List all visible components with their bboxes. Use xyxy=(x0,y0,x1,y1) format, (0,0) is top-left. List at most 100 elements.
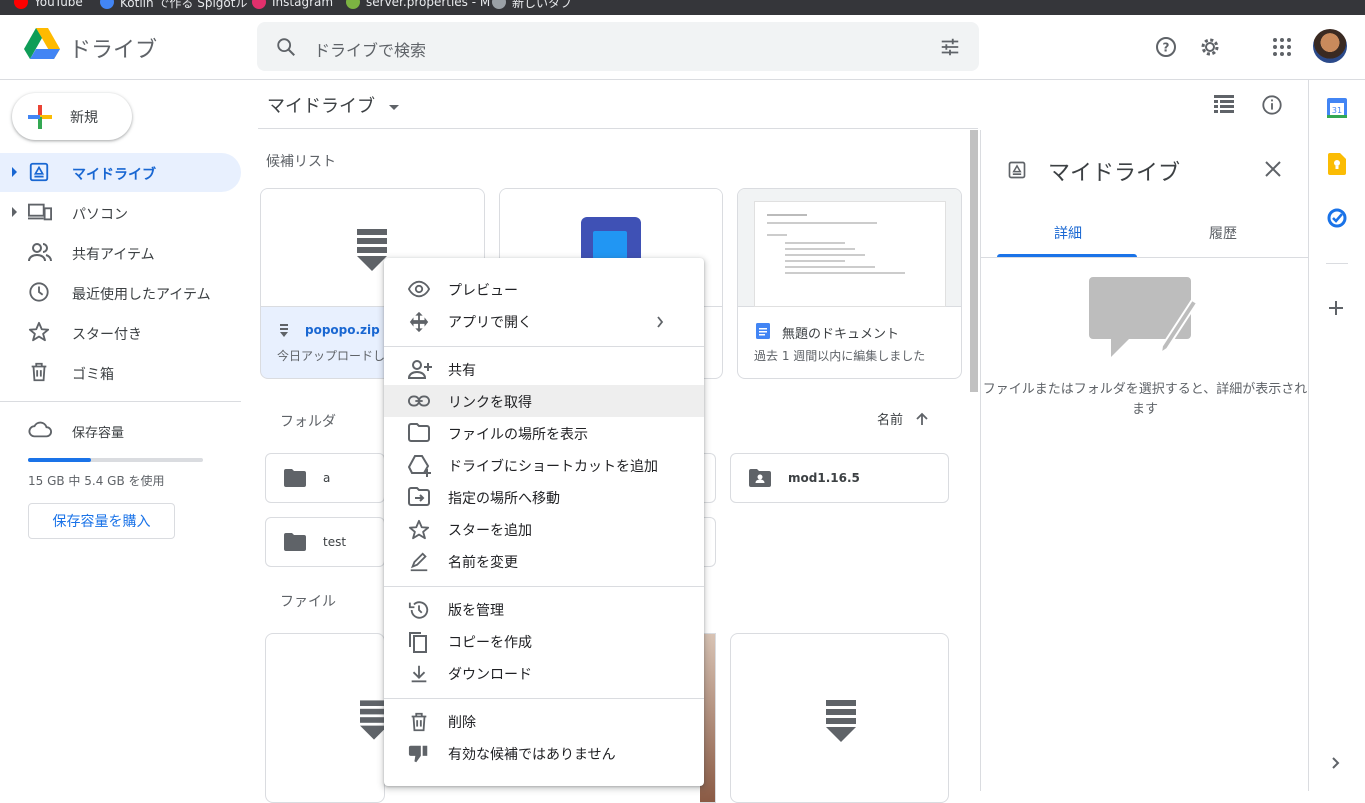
keep-icon[interactable] xyxy=(1328,153,1346,175)
menu-item-rename[interactable]: 名前を変更 xyxy=(384,545,704,577)
menu-item-manage-versions[interactable]: 版を管理 xyxy=(384,593,704,625)
menu-item-add-shortcut[interactable]: ドライブにショートカットを追加 xyxy=(384,449,704,481)
file-thumbnail xyxy=(738,189,961,307)
folder-item[interactable]: a xyxy=(265,453,385,503)
arrow-up-icon xyxy=(916,412,928,425)
tab-history[interactable]: 履歴 xyxy=(1209,223,1237,243)
drive-logo-icon[interactable] xyxy=(24,28,60,60)
add-addon-plus-icon[interactable] xyxy=(1328,300,1344,316)
suggested-card[interactable]: 無題のドキュメント 過去 1 週間以内に編集しました xyxy=(737,188,962,379)
menu-item-open-with[interactable]: アプリで開く xyxy=(384,305,704,337)
sidebar-item-starred[interactable]: スター付き xyxy=(0,313,241,352)
sidebar-item-shared[interactable]: 共有アイテム xyxy=(0,233,241,272)
search-input[interactable]: ドライブで検索 xyxy=(314,37,426,61)
zip-file-icon xyxy=(360,700,384,740)
drive-shortcut-icon xyxy=(408,455,432,477)
sort-label: 名前 xyxy=(877,413,904,428)
main-scrollbar[interactable] xyxy=(970,130,978,392)
menu-item-move-to[interactable]: 指定の場所へ移動 xyxy=(384,481,704,513)
menu-item-make-copy[interactable]: コピーを作成 xyxy=(384,625,704,657)
main-divider xyxy=(258,128,978,129)
menu-item-delete[interactable]: 削除 xyxy=(384,705,704,737)
expand-caret-icon[interactable] xyxy=(12,207,17,217)
menu-item-show-location[interactable]: ファイルの場所を表示 xyxy=(384,417,704,449)
calendar-icon[interactable]: 31 xyxy=(1327,98,1347,118)
help-icon[interactable]: ? xyxy=(1146,27,1186,67)
tab-details[interactable]: 詳細 xyxy=(1054,223,1082,243)
apps-grid-icon[interactable] xyxy=(1262,27,1302,67)
menu-item-label: 名前を変更 xyxy=(448,555,518,571)
info-icon[interactable] xyxy=(1261,94,1283,116)
bookmark-new-tab[interactable]: 新しいタブ xyxy=(492,0,572,10)
chevron-down-icon[interactable] xyxy=(388,104,399,110)
search-icon[interactable] xyxy=(275,36,297,58)
menu-item-add-star[interactable]: スターを追加 xyxy=(384,513,704,545)
sidebar-divider xyxy=(0,401,241,402)
sort-button[interactable]: 名前 xyxy=(877,409,929,428)
sidebar-item-trash[interactable]: ゴミ箱 xyxy=(0,353,241,392)
menu-item-label: 削除 xyxy=(448,715,476,731)
settings-gear-icon[interactable] xyxy=(1190,27,1230,67)
folders-label: フォルダ xyxy=(280,414,336,430)
bookmark-instagram[interactable]: Instagram xyxy=(252,0,333,10)
menu-item-label: 有効な候補ではありません xyxy=(448,747,616,763)
bookmark-server-properties[interactable]: server.properties - M xyxy=(346,0,490,10)
details-pane: マイドライブ 詳細 履歴 ファイルまたはフォルダを選択すると、詳細が表示されます xyxy=(980,130,1309,791)
context-menu: プレビュー アプリで開く 共有 リンクを取得 ファイルの場所を表示 ドライブにシ… xyxy=(384,258,704,786)
folder-item[interactable]: mod1.16.5 xyxy=(730,453,949,503)
storage-bar-fill xyxy=(28,458,91,462)
file-name: popopo.zip xyxy=(305,323,380,337)
buy-storage-button[interactable]: 保存容量を購入 xyxy=(28,503,175,539)
sidebar-item-my-drive[interactable]: マイドライブ xyxy=(0,153,241,192)
sidebar-item-label: スター付き xyxy=(72,327,142,343)
trash-icon xyxy=(408,711,430,733)
expand-caret-icon[interactable] xyxy=(12,167,17,177)
details-title: マイドライブ xyxy=(1048,161,1181,186)
storage-label[interactable]: 保存容量 xyxy=(72,422,124,441)
sidebar-item-label: 共有アイテム xyxy=(72,247,155,263)
file-card[interactable] xyxy=(265,633,385,803)
sidebar-item-label: パソコン xyxy=(72,207,128,223)
menu-item-not-helpful[interactable]: 有効な候補ではありません xyxy=(384,737,704,769)
bookmark-youtube[interactable]: YouTube xyxy=(14,0,83,10)
cloud-icon xyxy=(28,419,52,439)
menu-item-preview[interactable]: プレビュー xyxy=(384,273,704,305)
svg-text:31: 31 xyxy=(1332,106,1342,115)
menu-item-get-link[interactable]: リンクを取得 xyxy=(384,385,704,417)
menu-item-download[interactable]: ダウンロード xyxy=(384,657,704,689)
chevron-right-icon[interactable] xyxy=(1331,756,1341,770)
file-card[interactable] xyxy=(730,633,949,803)
bookmark-kotlin[interactable]: Kotlin で作る Spigotル xyxy=(100,0,247,10)
search-options-icon[interactable] xyxy=(939,36,961,58)
folder-item-partial[interactable] xyxy=(703,517,716,567)
file-name: 無題のドキュメント xyxy=(782,327,900,342)
sidebar-item-recent[interactable]: 最近使用したアイテム xyxy=(0,273,241,312)
zip-small-icon xyxy=(279,324,289,338)
folder-icon xyxy=(284,469,306,487)
rail-divider xyxy=(1326,263,1348,264)
page-title[interactable]: マイドライブ xyxy=(267,92,399,118)
app-name: ドライブ xyxy=(69,38,158,63)
close-icon[interactable] xyxy=(1264,160,1282,178)
folder-item[interactable]: test xyxy=(265,517,385,567)
menu-item-share[interactable]: 共有 xyxy=(384,353,704,385)
google-docs-icon xyxy=(756,323,770,339)
new-button-label: 新規 xyxy=(70,110,98,126)
new-button[interactable]: 新規 xyxy=(12,93,132,140)
move-to-icon xyxy=(408,487,430,507)
drive-icon xyxy=(28,161,50,183)
history-icon xyxy=(408,599,430,621)
tasks-icon[interactable] xyxy=(1327,208,1347,228)
avatar[interactable] xyxy=(1313,29,1347,63)
menu-item-label: スターを追加 xyxy=(448,523,532,539)
menu-divider xyxy=(384,698,704,699)
list-view-icon[interactable] xyxy=(1214,95,1234,113)
sidebar-item-computers[interactable]: パソコン xyxy=(0,193,241,232)
folder-item-partial[interactable] xyxy=(703,453,716,503)
search-box[interactable]: ドライブで検索 xyxy=(257,22,979,71)
drive-icon xyxy=(1007,160,1027,180)
storage-bar xyxy=(28,458,203,462)
menu-item-label: ドライブにショートカットを追加 xyxy=(448,459,658,475)
page-title-text[interactable]: マイドライブ xyxy=(267,96,375,117)
thumb-down-icon xyxy=(408,743,430,765)
